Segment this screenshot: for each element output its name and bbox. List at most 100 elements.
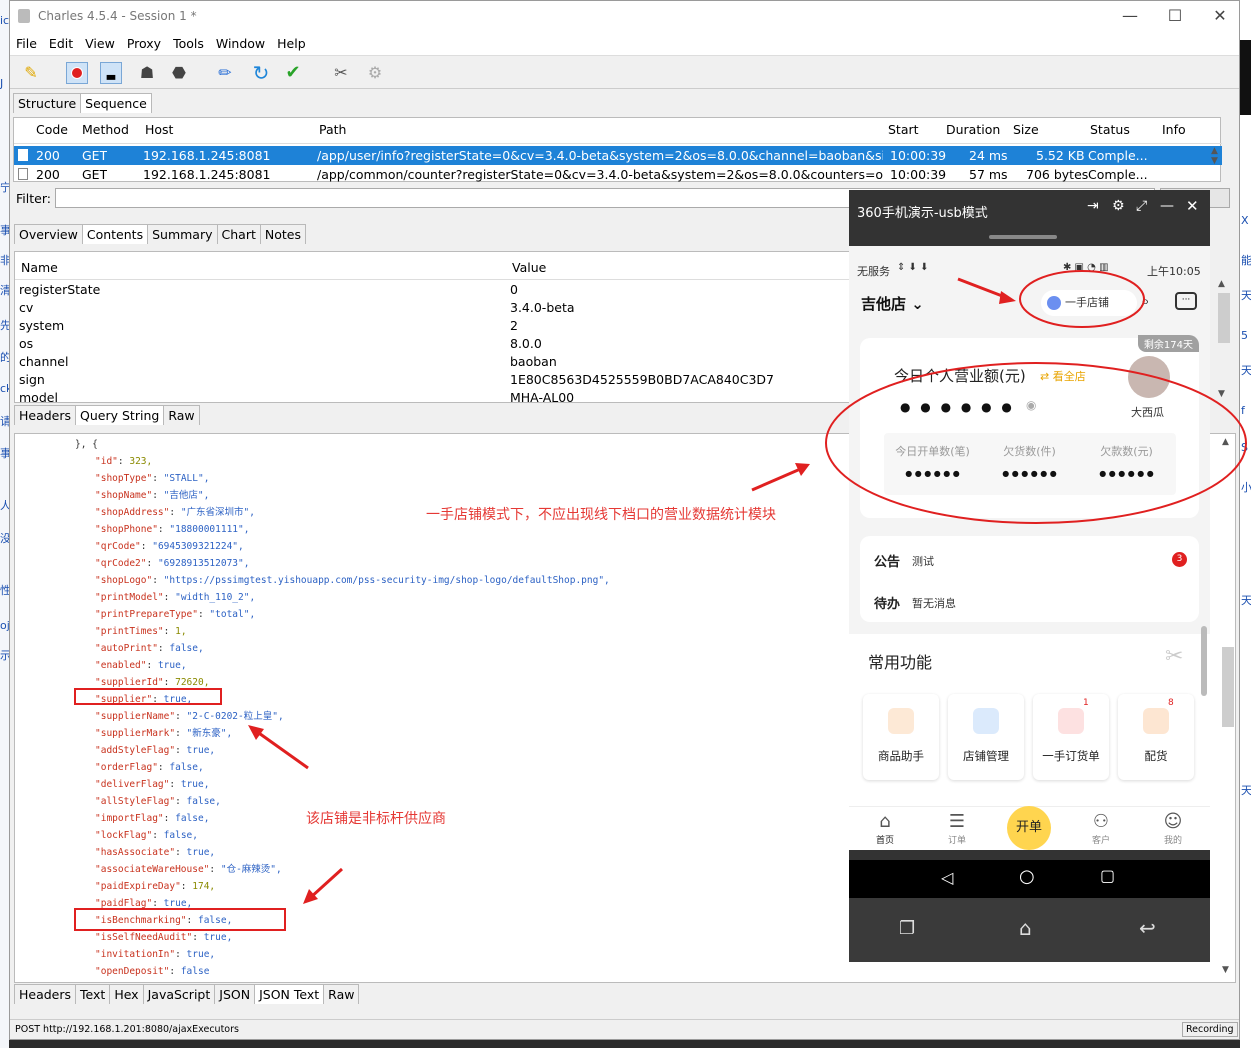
fullscreen-icon[interactable]: ⤢ <box>1136 198 1147 214</box>
col-info[interactable]: Info <box>1162 122 1186 137</box>
menu-file[interactable]: File <box>10 32 43 51</box>
pin-icon[interactable]: ⇥ <box>1087 198 1099 214</box>
open-order-button[interactable]: 开单 <box>1007 806 1051 850</box>
col-duration[interactable]: Duration <box>946 122 1000 137</box>
col-method[interactable]: Method <box>82 122 129 137</box>
nav-mine[interactable]: ☺ 我的 <box>1143 811 1203 846</box>
menu-edit[interactable]: Edit <box>43 32 79 51</box>
avatar[interactable] <box>1128 356 1170 398</box>
home-circle-icon[interactable]: ○ <box>1019 866 1035 887</box>
col-status[interactable]: Status <box>1090 122 1130 137</box>
sequence-scrollbar[interactable]: ▲ ▼ <box>1211 146 1221 182</box>
tab-raw[interactable]: Raw <box>163 405 200 425</box>
col-start[interactable]: Start <box>888 122 919 137</box>
gear-icon[interactable]: ⚙ <box>364 62 386 84</box>
col-name[interactable]: Name <box>21 260 58 275</box>
json-scrollbar[interactable]: ▲ ▼ <box>1222 437 1236 982</box>
table-row[interactable]: system 2 <box>19 318 849 336</box>
col-path[interactable]: Path <box>319 122 346 137</box>
store-selector[interactable]: 吉他店 ⌄ <box>861 293 924 314</box>
tools-icon[interactable]: ✂ <box>330 62 352 84</box>
json-colon: : <box>163 677 176 688</box>
recents-icon[interactable]: ▢ <box>1100 866 1115 885</box>
search-icon[interactable]: ⌕ <box>1141 292 1149 310</box>
function-tile[interactable]: 一手订货单 1 <box>1033 694 1109 780</box>
menu-window[interactable]: Window <box>210 32 271 51</box>
record-icon[interactable] <box>66 62 88 84</box>
json-value: true, <box>186 745 216 756</box>
table-row[interactable]: channel baoban <box>19 354 849 372</box>
body-tabs: Headers Text Hex JavaScript JSON JSON Text Raw <box>14 984 360 1004</box>
tab-summary[interactable]: Summary <box>147 224 218 244</box>
tab-sequence[interactable]: Sequence <box>80 93 152 113</box>
tab-json[interactable]: JSON <box>214 984 256 1004</box>
minimize-icon[interactable]: — <box>1160 198 1174 214</box>
eye-icon[interactable]: ◉ <box>1026 398 1036 412</box>
mode-pill[interactable]: 一手店铺 <box>1041 290 1137 316</box>
notice-card[interactable]: 公告 测试 3 待办 暂无消息 <box>860 536 1199 622</box>
tab-text[interactable]: Text <box>75 984 111 1004</box>
table-row[interactable]: 200 GET 192.168.1.245:8081 /app/user/inf… <box>14 146 1222 165</box>
col-value[interactable]: Value <box>512 260 546 275</box>
menu-tools[interactable]: Tools <box>167 32 210 51</box>
drag-handle[interactable] <box>989 235 1057 239</box>
json-line: "lockFlag": false, <box>95 827 198 844</box>
col-size[interactable]: Size <box>1013 122 1039 137</box>
function-tile[interactable]: 配货 8 <box>1118 694 1194 780</box>
tab-raw-body[interactable]: Raw <box>323 984 360 1004</box>
turtle-icon[interactable]: ☗ <box>136 62 158 84</box>
table-row[interactable]: model MHA-AL00 <box>19 390 849 402</box>
phone-scrollbar[interactable] <box>1201 626 1207 696</box>
json-line: "printPrepareType": "total", <box>95 606 255 623</box>
tab-overview[interactable]: Overview <box>14 224 83 244</box>
table-row[interactable]: sign 1E80C8563D4525559B0BD7ACA840C3D7 <box>19 372 849 390</box>
tools-icon[interactable]: ✂ <box>1165 644 1183 669</box>
tab-query-string[interactable]: Query String <box>75 405 165 425</box>
pen-icon[interactable]: ✏ <box>214 62 236 84</box>
back-icon[interactable]: ◁ <box>941 868 953 887</box>
table-row[interactable]: registerState 0 <box>19 282 849 300</box>
tab-notes[interactable]: Notes <box>259 224 306 244</box>
table-row[interactable]: 200 GET 192.168.1.245:8081 /app/common/c… <box>14 165 1222 184</box>
col-code[interactable]: Code <box>36 122 68 137</box>
function-tile[interactable]: 商品助手 <box>863 694 939 780</box>
stop-icon[interactable]: ⬣ <box>168 62 190 84</box>
params-scrollbar[interactable]: ▲ ▼ <box>1218 279 1232 399</box>
menu-view[interactable]: View <box>79 32 121 51</box>
tab-structure[interactable]: Structure <box>13 93 82 113</box>
tab-headers[interactable]: Headers <box>14 405 77 425</box>
menu-help[interactable]: Help <box>271 32 312 51</box>
throttle-icon[interactable]: ▃ <box>100 62 122 84</box>
tab-javascript[interactable]: JavaScript <box>142 984 216 1004</box>
json-line: "shopType": "STALL", <box>95 470 209 487</box>
tab-headers-body[interactable]: Headers <box>14 984 77 1004</box>
tab-hex[interactable]: Hex <box>109 984 144 1004</box>
refresh-icon[interactable]: ↻ <box>250 62 272 84</box>
recording-indicator[interactable]: Recording <box>1182 1022 1238 1037</box>
maximize-button[interactable]: ☐ <box>1155 5 1195 27</box>
chevron-down-icon: ⌄ <box>911 295 924 313</box>
col-host[interactable]: Host <box>145 122 173 137</box>
message-icon[interactable]: ··· <box>1175 292 1197 310</box>
function-tile[interactable]: 店铺管理 <box>948 694 1024 780</box>
tab-json-text[interactable]: JSON Text <box>254 984 325 1004</box>
tab-chart[interactable]: Chart <box>216 224 261 244</box>
return-icon[interactable]: ↩ <box>1139 916 1156 940</box>
minimize-button[interactable]: — <box>1110 5 1150 27</box>
menu-proxy[interactable]: Proxy <box>121 32 167 51</box>
json-colon: : <box>117 456 130 467</box>
check-icon[interactable]: ✔ <box>282 62 304 84</box>
close-icon[interactable]: ✕ <box>1186 197 1199 215</box>
home-icon[interactable]: ⌂ <box>1019 916 1032 940</box>
table-row[interactable]: cv 3.4.0-beta <box>19 300 849 318</box>
close-button[interactable]: ✕ <box>1200 5 1240 27</box>
broom-icon[interactable]: ✎ <box>20 62 42 84</box>
nav-orders[interactable]: ☰ 订单 <box>927 811 987 846</box>
settings-icon[interactable]: ⚙ <box>1112 198 1125 214</box>
table-row[interactable]: os 8.0.0 <box>19 336 849 354</box>
view-all-link[interactable]: ⇄ 看全店 <box>1040 368 1086 384</box>
nav-customers[interactable]: ⚇ 客户 <box>1071 811 1131 846</box>
tab-contents[interactable]: Contents <box>81 224 149 244</box>
multitask-icon[interactable]: ❐ <box>899 918 915 939</box>
nav-home[interactable]: ⌂ 首页 <box>855 811 915 846</box>
